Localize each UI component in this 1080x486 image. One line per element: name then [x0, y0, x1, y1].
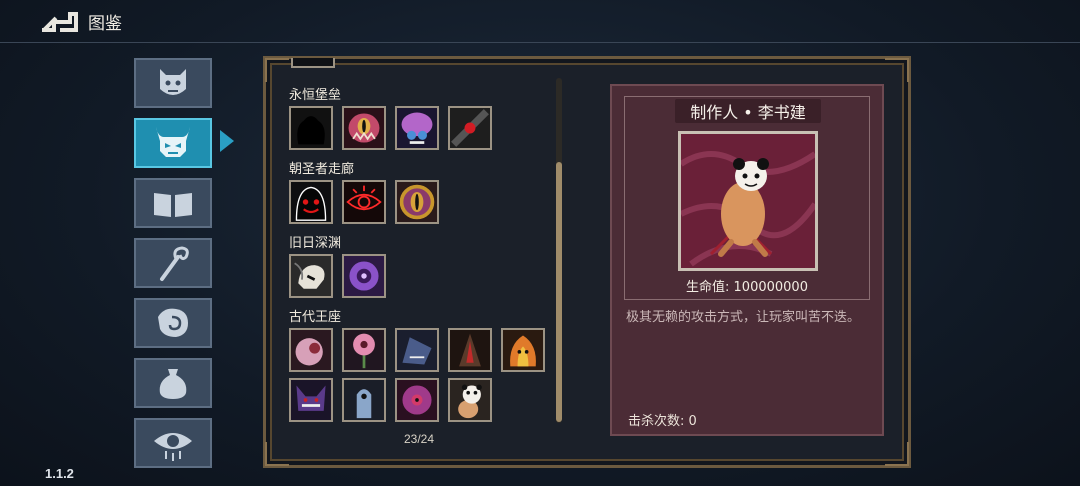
- purple-eye-flower-icon: [397, 380, 437, 420]
- monster-slot[interactable]: [342, 106, 386, 150]
- monster-slot[interactable]: [342, 328, 386, 372]
- monster-name: 制作人 • 李书建: [675, 99, 821, 123]
- category-title: 古代王座: [289, 310, 342, 325]
- open-book-icon: [154, 193, 192, 217]
- purple-void-icon: [344, 256, 384, 296]
- flame-beast-icon: [503, 330, 543, 370]
- hp-row: 生命值: 100000000: [624, 276, 870, 295]
- monster-slot[interactable]: [448, 106, 492, 150]
- tab-items[interactable]: [134, 358, 212, 408]
- hp-value: 100000000: [733, 280, 808, 295]
- frame-corner: [265, 442, 289, 466]
- monster-slot[interactable]: [395, 180, 439, 224]
- shark-jaw-icon: [397, 330, 437, 370]
- monster-slot[interactable]: [289, 378, 333, 422]
- monster-slot[interactable]: [289, 328, 333, 372]
- monster-slot[interactable]: [342, 378, 386, 422]
- category-title: 旧日深渊: [289, 236, 342, 251]
- brain-monster-icon: [397, 108, 437, 148]
- page-title: 图鉴: [88, 14, 122, 34]
- dark-blade-icon: [450, 330, 490, 370]
- staff-icon: [160, 246, 189, 281]
- kill-count-value: 0: [688, 414, 697, 429]
- monster-slot[interactable]: [395, 328, 439, 372]
- rune-hand-icon: [158, 308, 188, 337]
- monster-slot[interactable]: [342, 254, 386, 298]
- flesh-eye-monster-icon: [344, 108, 384, 148]
- skull-claw-icon: [291, 256, 331, 296]
- fleshy-blob-icon: [291, 330, 331, 370]
- tab-characters[interactable]: [134, 58, 212, 108]
- monster-slot[interactable]: [342, 180, 386, 224]
- horned-skull-icon: [156, 127, 190, 157]
- kill-count-label: 击杀次数:: [628, 414, 685, 429]
- hp-label: 生命值:: [686, 280, 730, 295]
- monster-slot[interactable]: [501, 328, 545, 372]
- tab-curses[interactable]: [134, 418, 212, 468]
- panda-meme-portrait-icon: [681, 134, 815, 268]
- category-title: 朝圣者走廊: [289, 162, 355, 177]
- collection-count: 23/24: [404, 432, 435, 446]
- tab-weapons[interactable]: [134, 238, 212, 288]
- active-tab-indicator: [220, 130, 234, 152]
- golden-eye-icon: [397, 182, 437, 222]
- flower-beast-icon: [344, 330, 384, 370]
- monster-slot[interactable]: [289, 180, 333, 224]
- top-bar: 图鉴: [0, 0, 1080, 43]
- red-eye-sigil-icon: [344, 182, 384, 222]
- monster-portrait: [678, 131, 818, 271]
- category-title: 永恒堡垒: [289, 88, 342, 103]
- pouch-icon: [159, 369, 187, 399]
- version-label: 1.1.2: [45, 466, 74, 481]
- tab-lore[interactable]: [134, 178, 212, 228]
- frame-corner: [885, 442, 909, 466]
- monster-list: 永恒堡垒 朝圣者走廊 旧日深渊 古代王座: [283, 58, 553, 432]
- blue-wraith-icon: [344, 380, 384, 420]
- red-orb-monster-icon: [450, 108, 490, 148]
- monster-slot-partial: [291, 58, 335, 68]
- monster-slot[interactable]: [289, 254, 333, 298]
- demon-face-icon: [160, 69, 186, 95]
- monster-slot[interactable]: [289, 106, 333, 150]
- monster-slot[interactable]: [395, 378, 439, 422]
- scrollbar-thumb[interactable]: [556, 162, 562, 422]
- monster-slot[interactable]: [395, 106, 439, 150]
- shadow-monster-icon: [291, 108, 331, 148]
- tab-skills[interactable]: [134, 298, 212, 348]
- monster-slot[interactable]: [448, 378, 492, 422]
- monster-description: 极其无赖的攻击方式，让玩家叫苦不迭。: [626, 310, 861, 325]
- frame-corner: [885, 58, 909, 82]
- hooded-ghost-icon: [291, 182, 331, 222]
- horned-demon-icon: [291, 380, 331, 420]
- back-icon[interactable]: [40, 8, 80, 34]
- kill-count-row: 击杀次数: 0: [628, 410, 697, 429]
- eye-icon: [154, 433, 192, 461]
- monster-slot[interactable]: [448, 328, 492, 372]
- panda-meme-icon: [450, 380, 490, 420]
- tab-monsters[interactable]: [134, 118, 212, 168]
